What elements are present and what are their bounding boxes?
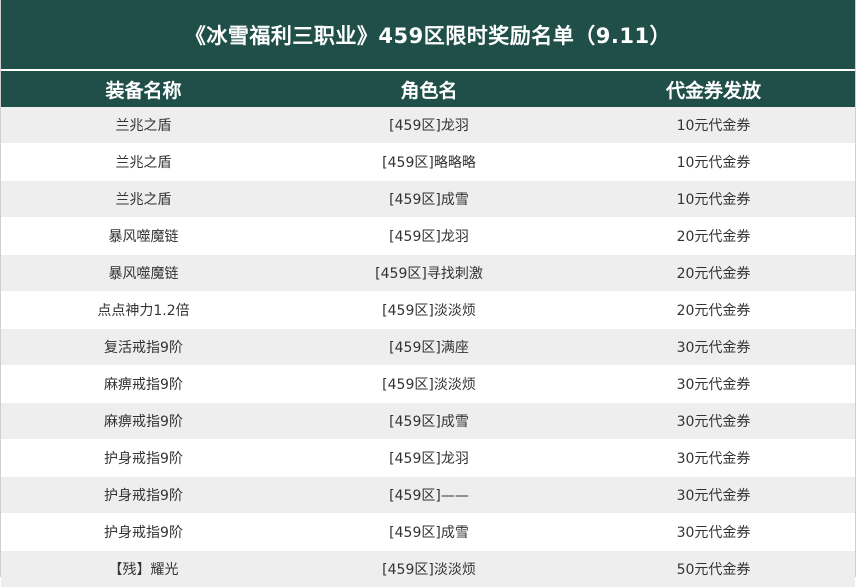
character-cell: [459区]龙羽 [286,217,572,255]
equipment-cell: 复活戒指9阶 [1,328,286,366]
equipment-cell: 【残】耀光 [1,550,286,588]
character-cell: [459区]成雪 [286,513,572,551]
table-row: 护身戒指9阶 [459区]—— 30元代金券 [1,476,855,514]
equipment-cell: 兰兆之盾 [1,107,286,144]
equipment-cell: 麻痹戒指9阶 [1,402,286,440]
voucher-cell: 30元代金券 [572,513,855,551]
table-header: 装备名称 角色名 代金券发放 [1,71,855,107]
equipment-cell: 暴风噬魔链 [1,254,286,292]
table-row: 暴风噬魔链 [459区]寻找刺激 20元代金券 [1,254,855,292]
table-row: 护身戒指9阶 [459区]成雪 30元代金券 [1,513,855,551]
table-row: 复活戒指9阶 [459区]满座 30元代金券 [1,328,855,366]
voucher-cell: 30元代金券 [572,365,855,403]
table-row: 点点神力1.2倍 [459区]淡淡烦 20元代金券 [1,291,855,329]
voucher-cell: 10元代金券 [572,107,855,144]
character-cell: [459区]略略略 [286,143,572,181]
character-cell: [459区]成雪 [286,180,572,218]
voucher-cell: 20元代金券 [572,291,855,329]
table-row: 麻痹戒指9阶 [459区]淡淡烦 30元代金券 [1,365,855,403]
voucher-cell: 50元代金券 [572,550,855,588]
character-cell: [459区]淡淡烦 [286,550,572,588]
equipment-cell: 点点神力1.2倍 [1,291,286,329]
character-cell: [459区]龙羽 [286,107,572,144]
table-row: 麻痹戒指9阶 [459区]成雪 30元代金券 [1,402,855,440]
reward-sheet: 《冰雪福利三职业》459区限时奖励名单（9.11） 装备名称 角色名 代金券发放… [0,0,856,588]
table-body: 兰兆之盾 [459区]龙羽 10元代金券 兰兆之盾 [459区]略略略 10元代… [1,107,855,588]
column-header-equipment: 装备名称 [1,71,286,107]
column-header-voucher: 代金券发放 [572,71,855,107]
voucher-cell: 30元代金券 [572,328,855,366]
reward-table: 装备名称 角色名 代金券发放 兰兆之盾 [459区]龙羽 10元代金券 兰兆之盾… [1,71,855,588]
equipment-cell: 护身戒指9阶 [1,476,286,514]
voucher-cell: 20元代金券 [572,254,855,292]
character-cell: [459区]成雪 [286,402,572,440]
table-row: 兰兆之盾 [459区]成雪 10元代金券 [1,180,855,218]
equipment-cell: 兰兆之盾 [1,180,286,218]
character-cell: [459区]龙羽 [286,439,572,477]
character-cell: [459区]寻找刺激 [286,254,572,292]
character-cell: [459区]淡淡烦 [286,365,572,403]
character-cell: [459区]—— [286,476,572,514]
equipment-cell: 暴风噬魔链 [1,217,286,255]
equipment-cell: 麻痹戒指9阶 [1,365,286,403]
equipment-cell: 兰兆之盾 [1,143,286,181]
equipment-cell: 护身戒指9阶 [1,513,286,551]
page-title: 《冰雪福利三职业》459区限时奖励名单（9.11） [1,0,855,71]
table-row: 兰兆之盾 [459区]略略略 10元代金券 [1,143,855,181]
column-header-character: 角色名 [286,71,572,107]
table-row: 兰兆之盾 [459区]龙羽 10元代金券 [1,107,855,144]
voucher-cell: 10元代金券 [572,180,855,218]
table-row: 暴风噬魔链 [459区]龙羽 20元代金券 [1,217,855,255]
table-row: 护身戒指9阶 [459区]龙羽 30元代金券 [1,439,855,477]
voucher-cell: 10元代金券 [572,143,855,181]
header-row: 装备名称 角色名 代金券发放 [1,71,855,107]
character-cell: [459区]满座 [286,328,572,366]
voucher-cell: 20元代金券 [572,217,855,255]
equipment-cell: 护身戒指9阶 [1,439,286,477]
table-row: 【残】耀光 [459区]淡淡烦 50元代金券 [1,550,855,588]
voucher-cell: 30元代金券 [572,402,855,440]
character-cell: [459区]淡淡烦 [286,291,572,329]
voucher-cell: 30元代金券 [572,476,855,514]
voucher-cell: 30元代金券 [572,439,855,477]
